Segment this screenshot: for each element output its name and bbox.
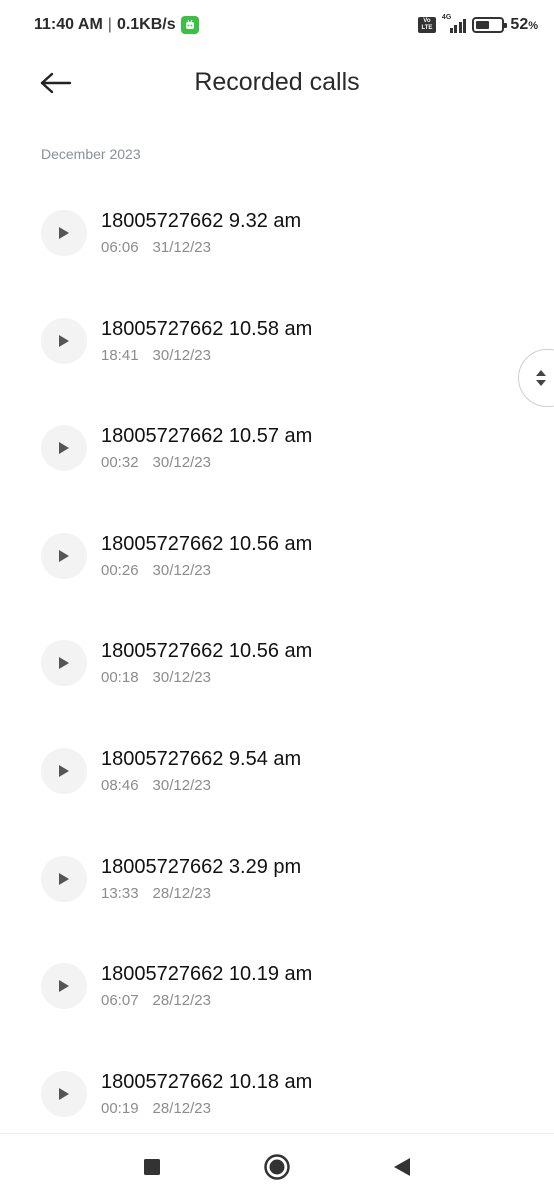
signal-strength-icon: 4G bbox=[441, 14, 467, 33]
recording-item[interactable]: 18005727662 10.58 am 18:41 30/12/23 bbox=[0, 274, 554, 382]
recording-duration: 00:19 bbox=[101, 1099, 139, 1117]
recording-duration: 13:33 bbox=[101, 884, 139, 902]
triangle-back-icon bbox=[394, 1158, 410, 1176]
recording-date: 30/12/23 bbox=[152, 454, 211, 472]
recording-date: 28/12/23 bbox=[152, 992, 211, 1010]
volte-icon: Vo LTE bbox=[417, 17, 436, 33]
recording-meta: 13:33 28/12/23 bbox=[101, 885, 211, 902]
recording-meta: 00:19 28/12/23 bbox=[101, 1100, 211, 1117]
volte-label-bottom: LTE bbox=[421, 25, 433, 31]
recording-item[interactable]: 18005727662 10.18 am 00:19 28/12/23 bbox=[0, 1027, 554, 1135]
circle-icon bbox=[264, 1154, 290, 1180]
recording-date: 31/12/23 bbox=[152, 239, 211, 256]
recording-duration: 06:06 bbox=[101, 239, 139, 256]
play-button[interactable] bbox=[41, 640, 87, 687]
recording-item[interactable]: 18005727662 9.54 am 08:46 30/12/23 bbox=[0, 704, 554, 812]
recording-title: 18005727662 9.54 am bbox=[101, 747, 302, 770]
status-net-speed: 0.1KB/s bbox=[116, 16, 176, 33]
recording-title: 18005727662 10.56 am bbox=[101, 640, 313, 663]
page-title: Recorded calls bbox=[194, 68, 360, 96]
system-nav-bar bbox=[0, 1133, 554, 1200]
recording-date: 30/12/23 bbox=[152, 669, 211, 687]
status-right: Vo LTE 4G 52% bbox=[417, 14, 538, 34]
recording-item[interactable]: 18005727662 3.29 pm 13:33 28/12/23 bbox=[0, 812, 554, 920]
recording-item[interactable]: 18005727662 10.56 am 00:26 30/12/23 bbox=[0, 489, 554, 597]
recorded-calls-screen: 11:40 AM | 0.1KB/s Vo LTE 4G 52% Recorde… bbox=[0, 0, 554, 1200]
recording-title: 18005727662 10.56 am bbox=[101, 532, 313, 555]
battery-icon bbox=[472, 17, 508, 33]
recording-item[interactable]: 18005727662 10.19 am 06:07 28/12/23 bbox=[0, 919, 554, 1027]
play-button[interactable] bbox=[41, 855, 87, 902]
play-icon bbox=[59, 227, 69, 239]
recording-meta: 00:32 30/12/23 bbox=[101, 454, 211, 471]
status-time: 11:40 AM bbox=[34, 16, 103, 33]
recordings-list: 18005727662 9.32 am 06:06 31/12/23 180057… bbox=[0, 166, 554, 1134]
recording-date: 28/12/23 bbox=[152, 884, 211, 902]
network-type-label: 4G bbox=[441, 14, 452, 21]
play-button[interactable] bbox=[41, 210, 87, 256]
play-icon bbox=[59, 334, 69, 347]
play-icon bbox=[59, 1087, 69, 1100]
play-button[interactable] bbox=[41, 532, 87, 579]
nav-back-button[interactable] bbox=[387, 1152, 417, 1182]
battery-fill bbox=[476, 21, 489, 29]
status-bar: 11:40 AM | 0.1KB/s Vo LTE 4G 52% bbox=[0, 0, 554, 50]
recording-duration: 00:26 bbox=[101, 561, 139, 579]
recording-meta: 08:46 30/12/23 bbox=[101, 777, 211, 794]
app-header: Recorded calls bbox=[0, 50, 554, 116]
battery-unit: % bbox=[528, 20, 538, 32]
recording-duration: 00:32 bbox=[101, 454, 139, 472]
up-down-chevron-icon bbox=[536, 370, 546, 386]
play-button[interactable] bbox=[41, 1070, 87, 1117]
recording-duration: 08:46 bbox=[101, 776, 139, 794]
play-icon bbox=[59, 764, 69, 777]
recording-title: 18005727662 10.57 am bbox=[101, 425, 313, 448]
recording-meta: 06:07 28/12/23 bbox=[101, 992, 211, 1009]
recording-title: 18005727662 10.58 am bbox=[101, 317, 313, 340]
square-icon bbox=[144, 1159, 160, 1175]
recording-meta: 18:41 30/12/23 bbox=[101, 347, 211, 364]
recording-item[interactable]: 18005727662 10.56 am 00:18 30/12/23 bbox=[0, 596, 554, 704]
play-button[interactable] bbox=[41, 425, 87, 472]
recording-meta: 00:18 30/12/23 bbox=[101, 669, 211, 686]
recording-date: 30/12/23 bbox=[152, 776, 211, 794]
play-icon bbox=[59, 980, 69, 993]
recording-duration: 18:41 bbox=[101, 346, 139, 364]
play-icon bbox=[59, 657, 69, 670]
recording-title: 18005727662 10.18 am bbox=[101, 1070, 313, 1093]
recording-date: 30/12/23 bbox=[152, 561, 211, 579]
play-icon bbox=[59, 442, 69, 455]
play-button[interactable] bbox=[41, 317, 87, 364]
status-left: 11:40 AM | 0.1KB/s bbox=[34, 16, 199, 34]
recording-item[interactable]: 18005727662 9.32 am 06:06 31/12/23 bbox=[0, 166, 554, 274]
play-button[interactable] bbox=[41, 747, 87, 794]
section-header-month: December 2023 bbox=[41, 146, 141, 162]
recording-date: 30/12/23 bbox=[152, 346, 211, 364]
recording-title: 18005727662 10.19 am bbox=[101, 963, 313, 986]
recording-date: 28/12/23 bbox=[152, 1099, 211, 1117]
recording-meta: 00:26 30/12/23 bbox=[101, 562, 211, 579]
notification-app-icon bbox=[180, 16, 199, 34]
battery-value: 52 bbox=[510, 16, 529, 33]
recording-duration: 00:18 bbox=[101, 669, 139, 687]
play-icon bbox=[59, 549, 69, 562]
recording-duration: 06:07 bbox=[101, 992, 139, 1010]
nav-home-button[interactable] bbox=[262, 1152, 292, 1182]
status-separator: | bbox=[107, 16, 112, 33]
recording-item[interactable]: 18005727662 10.57 am 00:32 30/12/23 bbox=[0, 381, 554, 489]
recording-meta: 06:06 31/12/23 bbox=[101, 239, 211, 256]
nav-recents-button[interactable] bbox=[137, 1152, 167, 1182]
recording-title: 18005727662 9.32 am bbox=[101, 210, 302, 232]
play-icon bbox=[59, 872, 69, 885]
volte-label-top: Vo bbox=[423, 18, 431, 24]
battery-percentage: 52% bbox=[510, 16, 538, 34]
play-button[interactable] bbox=[41, 963, 87, 1010]
recording-title: 18005727662 3.29 pm bbox=[101, 855, 302, 878]
